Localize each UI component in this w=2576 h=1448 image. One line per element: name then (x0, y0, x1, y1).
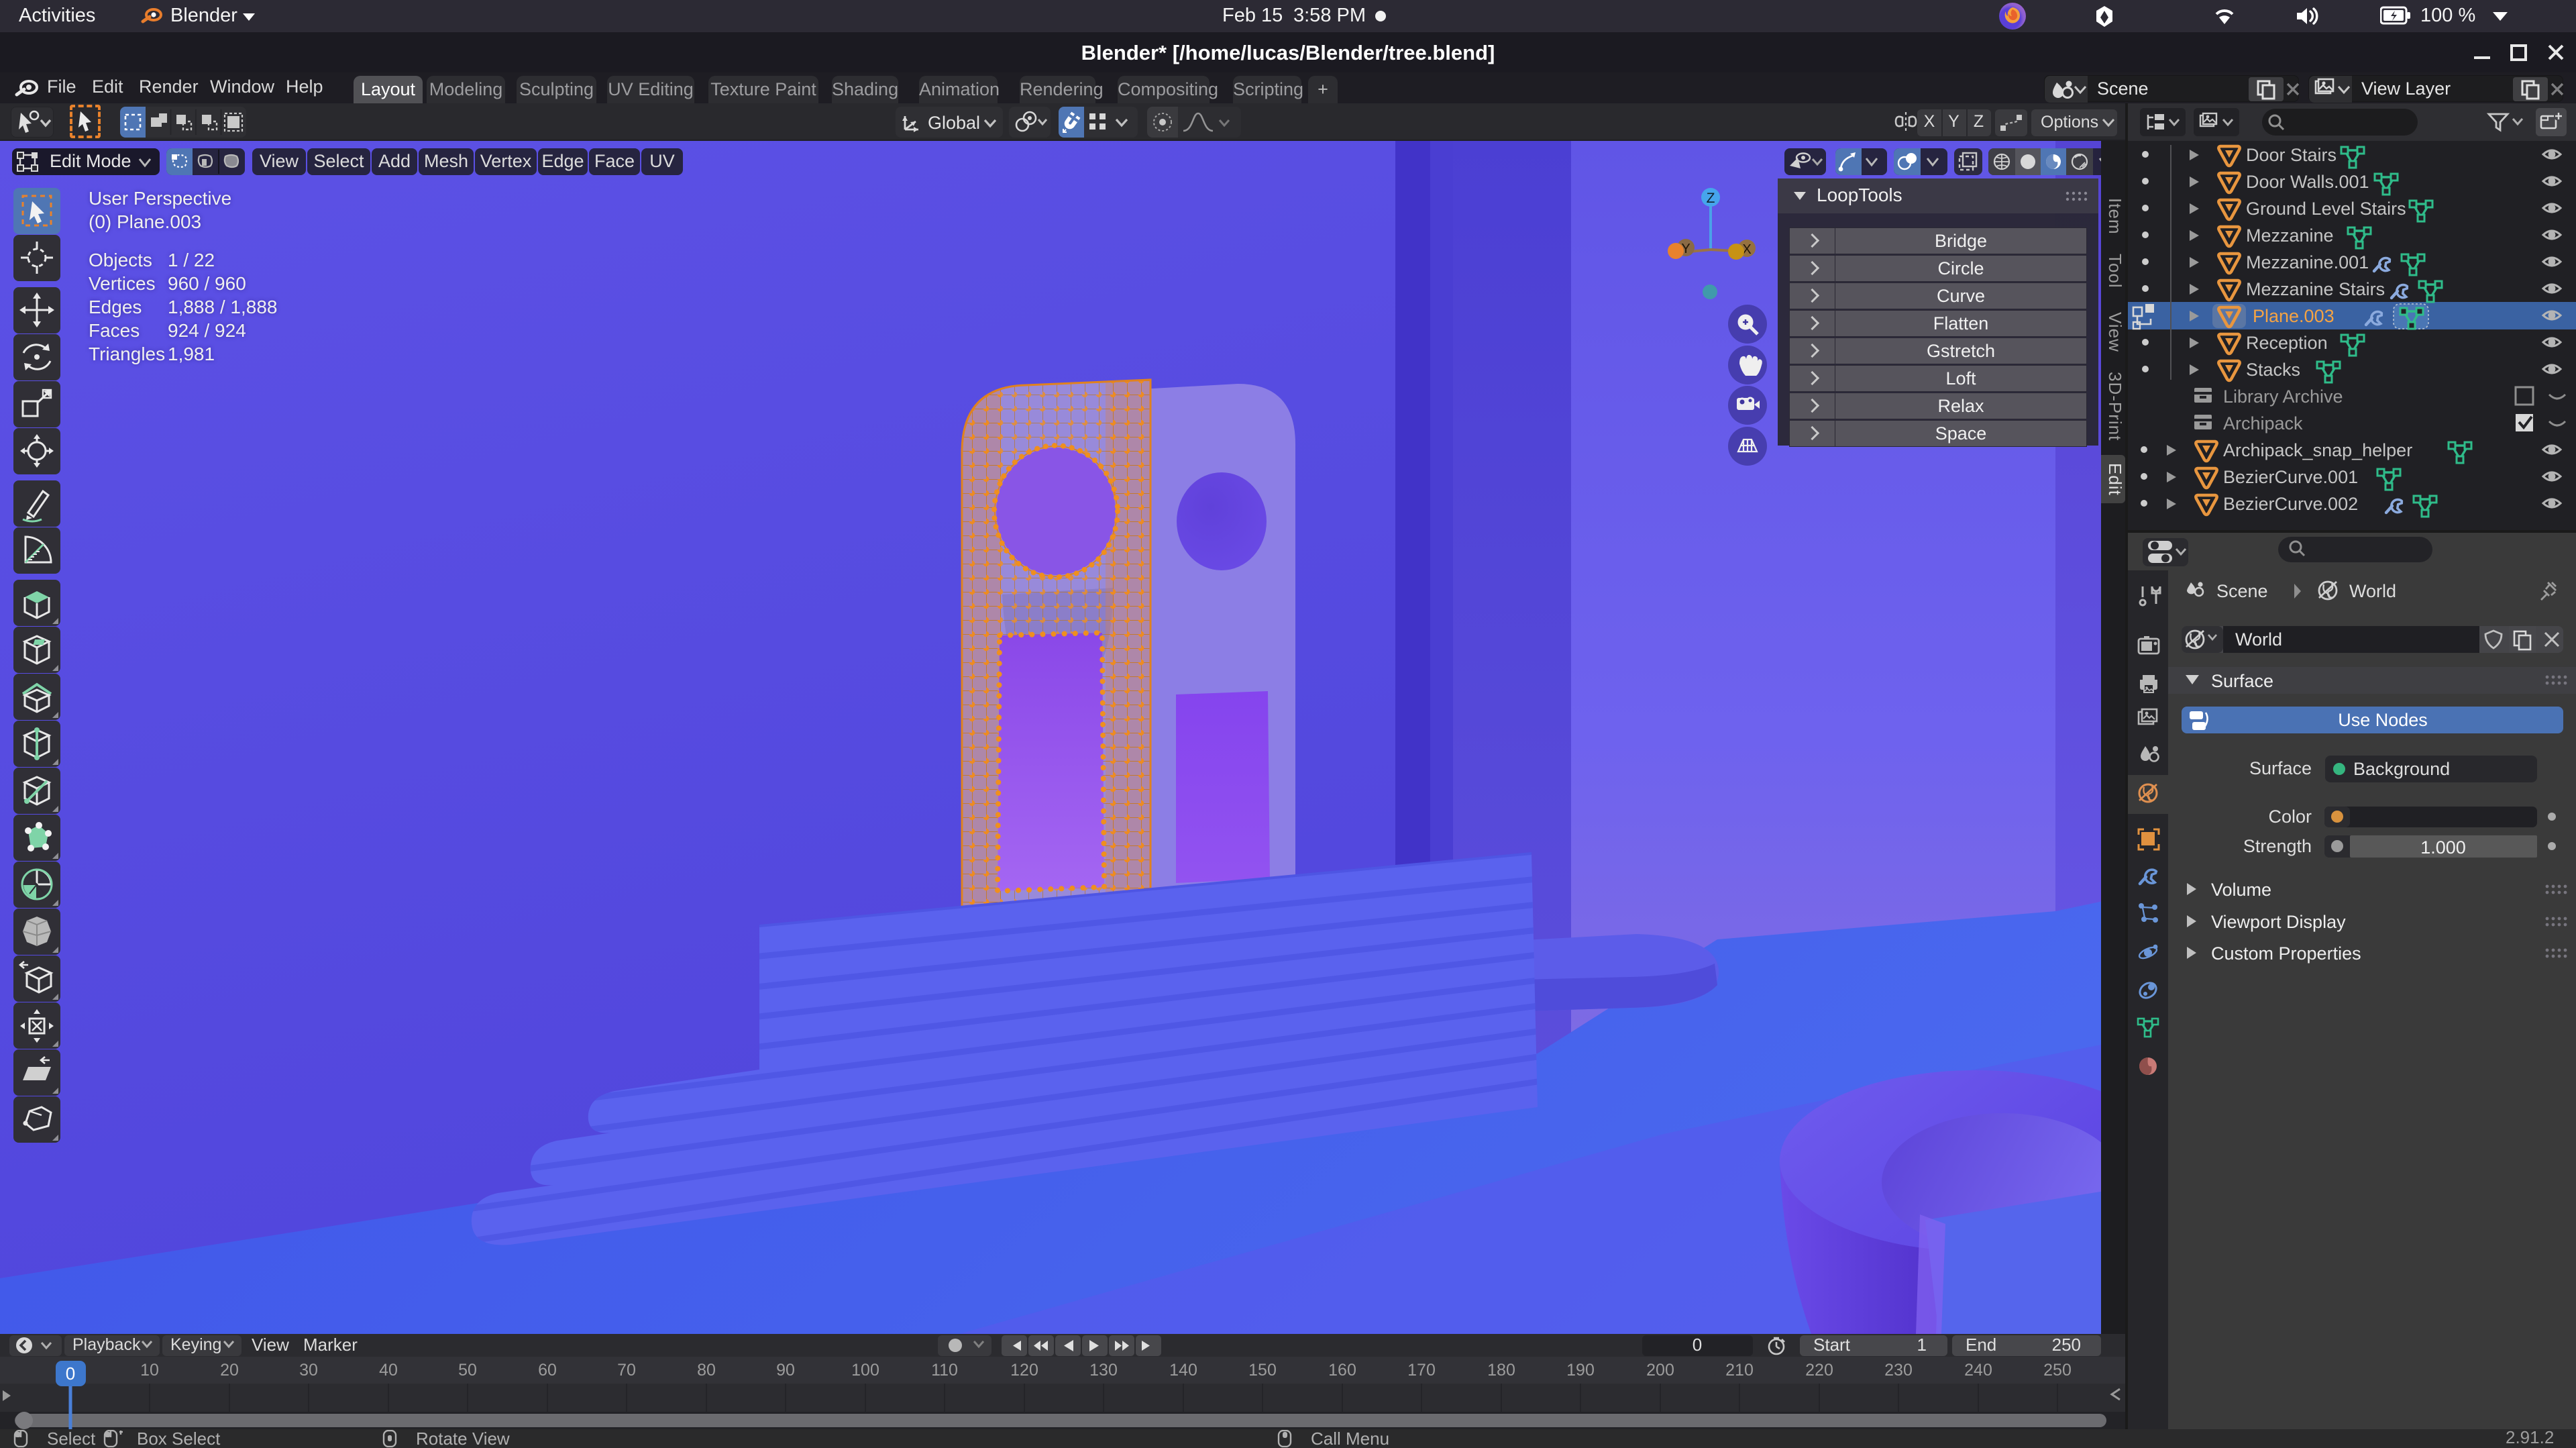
svg-text:Call Menu: Call Menu (1311, 1430, 1389, 1447)
svg-text:200: 200 (1646, 1361, 1674, 1380)
svg-text:250: 250 (2052, 1335, 2081, 1355)
svg-text:Volume: Volume (2211, 880, 2271, 900)
svg-text:Start: Start (1813, 1335, 1851, 1355)
svg-text:Archipack: Archipack (2223, 413, 2303, 433)
svg-text:Rotate View: Rotate View (416, 1430, 510, 1447)
svg-text:60: 60 (538, 1361, 557, 1380)
svg-text:Library Archive: Library Archive (2223, 386, 2343, 407)
svg-text:170: 170 (1407, 1361, 1436, 1380)
svg-text:Select: Select (47, 1430, 96, 1447)
svg-text:Strength: Strength (2243, 836, 2312, 856)
svg-text:90: 90 (776, 1361, 795, 1380)
svg-text:Playback: Playback (72, 1335, 141, 1354)
svg-text:BezierCurve.001: BezierCurve.001 (2223, 467, 2358, 487)
svg-text:240: 240 (1964, 1361, 1992, 1380)
svg-text:World: World (2349, 581, 2396, 601)
svg-text:0: 0 (1693, 1335, 1702, 1355)
svg-text:Marker: Marker (303, 1335, 358, 1355)
svg-text:150: 150 (1248, 1361, 1277, 1380)
svg-text:100: 100 (851, 1361, 879, 1380)
svg-text:80: 80 (697, 1361, 716, 1380)
svg-text:BezierCurve.002: BezierCurve.002 (2223, 494, 2358, 514)
svg-text:Door Walls.001: Door Walls.001 (2246, 172, 2369, 192)
svg-text:Custom Properties: Custom Properties (2211, 943, 2361, 964)
svg-text:World: World (2235, 629, 2282, 650)
svg-text:Surface: Surface (2211, 671, 2273, 691)
svg-text:Z: Z (1707, 191, 1715, 206)
svg-text:Reception: Reception (2246, 333, 2328, 353)
svg-text:50: 50 (458, 1361, 477, 1380)
svg-text:Color: Color (2268, 807, 2312, 827)
svg-text:120: 120 (1010, 1361, 1038, 1380)
svg-text:160: 160 (1328, 1361, 1356, 1380)
svg-text:End: End (1966, 1335, 1996, 1355)
svg-text:40: 40 (379, 1361, 398, 1380)
svg-text:0: 0 (66, 1363, 75, 1384)
svg-text:140: 140 (1169, 1361, 1197, 1380)
svg-text:10: 10 (140, 1361, 159, 1380)
svg-text:210: 210 (1725, 1361, 1754, 1380)
svg-text:Viewport Display: Viewport Display (2211, 912, 2346, 932)
svg-text:View: View (252, 1335, 289, 1355)
svg-text:Surface: Surface (2249, 758, 2312, 778)
svg-text:70: 70 (617, 1361, 636, 1380)
svg-text:Box Select: Box Select (137, 1430, 221, 1447)
svg-text:Ground Level Stairs: Ground Level Stairs (2246, 199, 2406, 219)
svg-text:Use Nodes: Use Nodes (2338, 710, 2428, 730)
svg-text:220: 220 (1805, 1361, 1833, 1380)
svg-text:230: 230 (1884, 1361, 1913, 1380)
svg-text:Mezzanine: Mezzanine (2246, 225, 2334, 246)
svg-text:Keying: Keying (170, 1335, 221, 1354)
svg-text:Mezzanine.001: Mezzanine.001 (2246, 252, 2369, 272)
svg-text:Stacks: Stacks (2246, 360, 2300, 380)
svg-text:250: 250 (2043, 1361, 2072, 1380)
svg-text:1.000: 1.000 (2420, 837, 2466, 858)
svg-text:Door Stairs: Door Stairs (2246, 145, 2337, 165)
svg-text:30: 30 (299, 1361, 318, 1380)
svg-text:Background: Background (2353, 759, 2450, 779)
svg-text:Plane.003: Plane.003 (2253, 306, 2334, 326)
svg-text:130: 130 (1089, 1361, 1118, 1380)
svg-text:Scene: Scene (2216, 581, 2268, 601)
svg-text:Mezzanine Stairs: Mezzanine Stairs (2246, 279, 2385, 299)
svg-text:20: 20 (220, 1361, 239, 1380)
svg-text:190: 190 (1566, 1361, 1595, 1380)
svg-text:110: 110 (931, 1361, 958, 1380)
svg-text:Archipack_snap_helper: Archipack_snap_helper (2223, 440, 2412, 460)
svg-text:1: 1 (1917, 1335, 1927, 1355)
svg-text:Global: Global (928, 113, 980, 133)
svg-text:180: 180 (1487, 1361, 1515, 1380)
